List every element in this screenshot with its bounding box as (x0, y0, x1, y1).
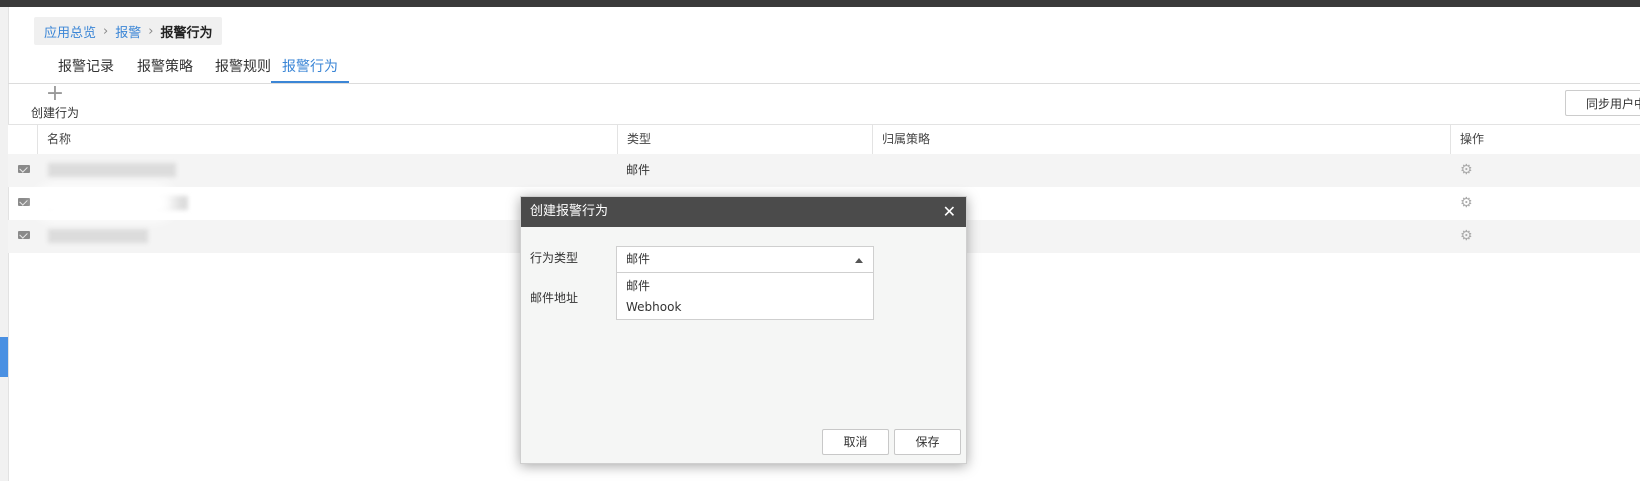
action-type-value: 邮件 (626, 252, 651, 266)
table-row[interactable]: 邮件 ⚙ (8, 154, 1640, 187)
mail-icon (18, 198, 30, 206)
redacted-name (48, 163, 176, 177)
save-button[interactable]: 保存 (894, 429, 961, 455)
create-action-label: 创建行为 (30, 106, 79, 120)
dialog-title: 创建报警行为 (530, 204, 609, 219)
dialog-header: 创建报警行为 ✕ (521, 197, 966, 227)
tab-alarm-records[interactable]: 报警记录 (46, 52, 126, 83)
tab-bar: 报警记录 报警策略 报警规则 报警行为 (8, 52, 1640, 84)
column-header-name[interactable]: 名称 (37, 125, 617, 154)
table-header: 名称 类型 归属策略 操作 (8, 124, 1640, 155)
action-type-dropdown: 邮件 Webhook (616, 272, 874, 320)
sidebar-active-marker[interactable] (0, 337, 8, 377)
cancel-button[interactable]: 取消 (822, 429, 889, 455)
breadcrumb-link-overview[interactable]: 应用总览 (44, 22, 96, 41)
top-bar (0, 0, 1640, 7)
redacted-name (48, 229, 148, 243)
column-header-actions: 操作 (1450, 125, 1640, 154)
chevron-right-icon: › (148, 23, 154, 39)
option-email[interactable]: 邮件 (626, 277, 650, 294)
mail-icon (18, 165, 30, 173)
breadcrumb: 应用总览 › 报警 › 报警行为 (34, 17, 223, 45)
tab-alarm-actions[interactable]: 报警行为 (271, 52, 349, 83)
column-header-type[interactable]: 类型 (617, 125, 872, 154)
breadcrumb-link-alarm[interactable]: 报警 (115, 22, 141, 41)
mail-icon (18, 231, 30, 239)
gear-icon[interactable]: ⚙ (1460, 220, 1473, 253)
plus-icon: + (45, 81, 65, 106)
breadcrumb-current: 报警行为 (160, 25, 213, 41)
chevron-right-icon: › (103, 23, 109, 39)
create-alarm-action-dialog: 创建报警行为 ✕ 行为类型 邮件地址 邮件 邮件 Webhook 取消 保存 (520, 196, 967, 464)
action-type-label: 行为类型 (530, 251, 579, 265)
tab-alarm-policies[interactable]: 报警策略 (125, 52, 205, 83)
gear-icon[interactable]: ⚙ (1460, 187, 1473, 220)
option-webhook[interactable]: Webhook (626, 300, 681, 314)
row-type: 邮件 (626, 163, 651, 177)
gear-icon[interactable]: ⚙ (1460, 154, 1473, 187)
create-action-button[interactable]: + 创建行为 (30, 81, 80, 121)
email-address-label: 邮件地址 (530, 291, 579, 305)
close-icon[interactable]: ✕ (943, 197, 956, 227)
column-header-policy[interactable]: 归属策略 (872, 125, 1450, 154)
redaction-smudge (35, 185, 175, 220)
action-type-select[interactable]: 邮件 (616, 246, 874, 273)
sync-users-button[interactable]: 同步用户中 (1565, 90, 1640, 116)
caret-up-icon (855, 258, 863, 263)
